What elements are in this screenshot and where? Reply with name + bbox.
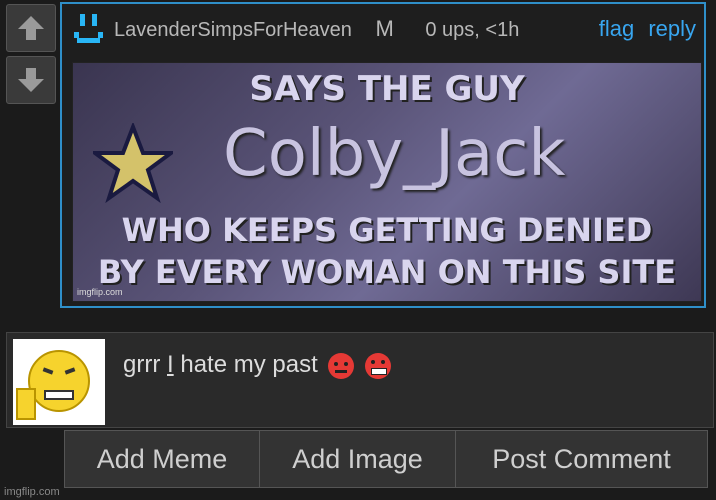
arrow-up-icon	[18, 16, 44, 40]
reply-link[interactable]: reply	[648, 16, 696, 41]
flag-link[interactable]: flag	[599, 16, 634, 41]
meme-line-4: BY EVERY WOMAN ON THIS SITE	[97, 253, 677, 291]
meme-image[interactable]: SAYS THE GUY Colby_Jack WHO KEEPS GETTIN…	[72, 62, 702, 302]
compose-actions: Add Meme Add Image Post Comment	[64, 430, 708, 488]
footer-watermark: imgflip.com	[4, 486, 60, 498]
mod-badge: M	[375, 16, 394, 41]
comment-text-before: grrr	[123, 351, 167, 378]
arrow-down-icon	[18, 68, 44, 92]
meme-line-1: SAYS THE GUY	[249, 69, 525, 109]
star-icon	[93, 123, 173, 203]
upvote-button[interactable]	[6, 4, 56, 52]
comment-stats: 0 ups, <1h	[425, 19, 520, 41]
add-meme-button[interactable]: Add Meme	[64, 430, 260, 488]
meme-line-3: WHO KEEPS GETTING DENIED	[121, 211, 653, 249]
username-link[interactable]: LavenderSimpsForHeaven	[114, 19, 352, 41]
comment-text: grrr I hate my past	[123, 351, 392, 379]
smiley-avatar-icon	[74, 14, 103, 43]
vote-controls	[6, 4, 56, 110]
angry-face-icon	[328, 352, 355, 379]
angry-emoji-thumbnail	[13, 339, 105, 425]
meme-line-2: Colby_Jack	[223, 117, 566, 191]
add-image-button[interactable]: Add Image	[260, 430, 456, 488]
text-caret: I	[167, 351, 174, 378]
comment-text-after: hate my past	[173, 351, 318, 378]
cursing-face-icon	[365, 352, 392, 379]
meme-watermark: imgflip.com	[77, 287, 123, 297]
comment-container: LavenderSimpsForHeaven M 0 ups, <1h flag…	[60, 2, 706, 308]
comment-input[interactable]: grrr I hate my past	[6, 332, 714, 428]
comment-header: LavenderSimpsForHeaven M 0 ups, <1h	[114, 16, 537, 42]
comment-actions: flag reply	[591, 16, 696, 42]
post-comment-button[interactable]: Post Comment	[456, 430, 708, 488]
downvote-button[interactable]	[6, 56, 56, 104]
